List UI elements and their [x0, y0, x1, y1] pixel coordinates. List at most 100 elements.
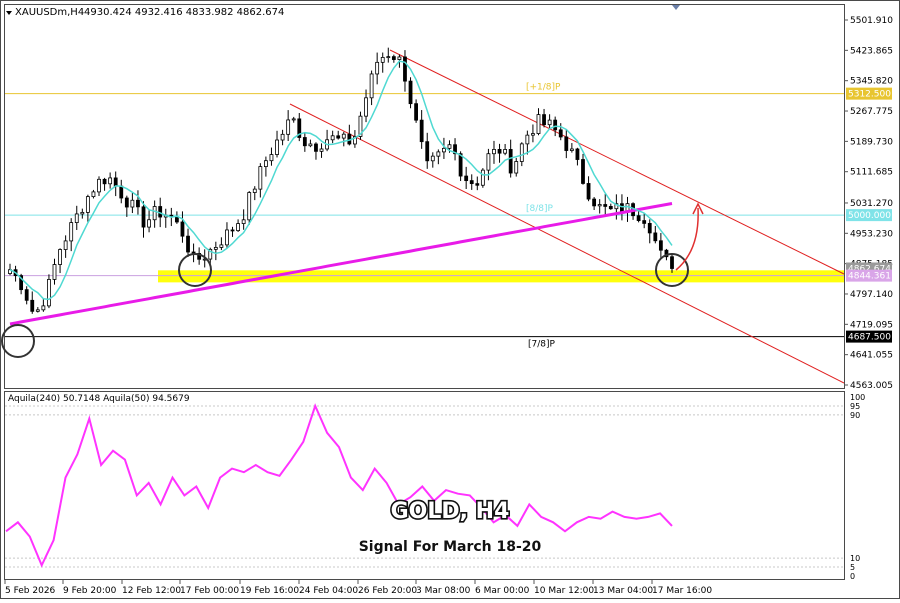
candle-body — [480, 169, 485, 186]
symbol-label: XAUUSDm,H4 — [15, 7, 84, 18]
candle-body — [252, 188, 257, 193]
candle-body — [547, 119, 552, 126]
candle-body — [236, 223, 240, 232]
time-tick-label: 13 Mar 04:00 — [593, 586, 653, 596]
indicator-label: Aquila(240) 50.7148 Aquila(50) 94.5679 — [8, 394, 190, 404]
price-tick-label: 4563.005 — [850, 381, 893, 391]
candle-body — [558, 129, 563, 138]
candle-body — [414, 103, 419, 121]
candle-body — [58, 249, 62, 265]
candle-body — [536, 114, 541, 134]
candle-body — [24, 289, 29, 301]
candle-body — [213, 247, 218, 250]
candle-body — [275, 139, 279, 155]
candle-body — [575, 148, 580, 160]
candle-body — [464, 175, 469, 182]
time-tick-label: 5 Feb 2026 — [5, 586, 56, 596]
candle-body — [391, 56, 396, 60]
candle-body — [174, 216, 179, 223]
candle-body — [469, 180, 474, 185]
candle-body — [458, 153, 463, 177]
candle-body — [419, 119, 424, 143]
candle-body — [497, 148, 502, 154]
candle-body — [124, 197, 129, 208]
candle-body — [364, 97, 368, 117]
candle-body — [74, 213, 79, 224]
candle-body — [403, 56, 407, 82]
candle-body — [113, 177, 118, 187]
candle-body — [564, 136, 569, 151]
indicator-tick-label: 0 — [850, 572, 855, 581]
candle-body — [486, 153, 491, 171]
time-tick-label: 10 Mar 12:00 — [534, 586, 594, 596]
candle-body — [63, 240, 68, 250]
candle-body — [475, 183, 480, 186]
candle-body — [636, 215, 641, 221]
price-tick-label: 5501.910 — [850, 16, 893, 26]
candle-body — [180, 221, 185, 237]
candle-body — [30, 299, 35, 312]
candle-body — [658, 240, 663, 251]
candle-body — [280, 133, 285, 141]
candle-body — [130, 199, 135, 208]
time-tick-label: 17 Feb 00:00 — [180, 586, 239, 596]
price-tick-label: 4641.055 — [850, 351, 893, 361]
candle-body — [152, 206, 157, 221]
candle-body — [436, 151, 441, 157]
price-tick-label: 4797.140 — [850, 290, 893, 300]
candle-body — [258, 166, 263, 190]
candle-body — [620, 203, 624, 213]
candle-body — [286, 119, 291, 135]
candle-body — [147, 219, 151, 228]
candle-body — [314, 143, 318, 152]
current-price-tag-text: 4844.361 — [848, 272, 891, 282]
chart-title: GOLD, H4 — [391, 499, 510, 524]
price-tick-label: 5423.865 — [850, 46, 893, 56]
candle-body — [136, 199, 140, 208]
candle-body — [108, 177, 113, 185]
candle-body — [647, 223, 652, 234]
candle-body — [102, 178, 107, 185]
candle-body — [341, 133, 346, 139]
candle-body — [380, 57, 385, 63]
candle-body — [41, 305, 46, 311]
candle-body — [85, 196, 90, 213]
support-zone — [158, 270, 844, 283]
indicator-tick-label: 10 — [850, 554, 860, 563]
time-tick-label: 26 Feb 20:00 — [358, 586, 417, 596]
candle-body — [35, 309, 40, 312]
time-tick-label: 12 Feb 12:00 — [122, 586, 181, 596]
time-tick-label: 3 Mar 08:00 — [416, 586, 471, 596]
level-label: [8/8]P — [526, 204, 554, 214]
candle-body — [291, 118, 296, 121]
chart-window: [+1/8]P [8/8]P [7/8]P 100 95 90 10 5 0 5501.910… — [0, 0, 900, 599]
candle-body — [47, 279, 51, 307]
candle-body — [319, 148, 324, 152]
candle-body — [141, 206, 146, 228]
candle-body — [592, 198, 597, 207]
candle-body — [508, 149, 513, 174]
price-tick-label: 4953.230 — [850, 229, 893, 239]
candle-body — [225, 229, 229, 246]
candle-body — [569, 148, 574, 151]
time-tick-label: 24 Feb 04:00 — [299, 586, 358, 596]
price-tick-label: 4719.095 — [850, 320, 893, 330]
candle-body — [119, 185, 124, 199]
candle-body — [408, 80, 413, 105]
candle-body — [336, 135, 341, 139]
candle-body — [375, 61, 380, 75]
candle-body — [186, 235, 190, 253]
candle-body — [553, 119, 558, 131]
price-tick-label: 5031.270 — [850, 199, 893, 209]
candle-body — [386, 56, 391, 59]
candle-body — [430, 155, 435, 162]
ohlc-readout: 4930.424 4932.416 4833.982 4862.674 — [84, 7, 284, 18]
candle-body — [586, 183, 591, 200]
price-tick-label: 5189.730 — [850, 137, 893, 147]
candle-body — [263, 160, 268, 168]
price-tick-label: 5345.820 — [850, 77, 893, 87]
candle-body — [519, 143, 524, 162]
candle-body — [69, 222, 74, 242]
indicator-tick-label: 95 — [850, 402, 860, 411]
candle-body — [653, 232, 658, 242]
